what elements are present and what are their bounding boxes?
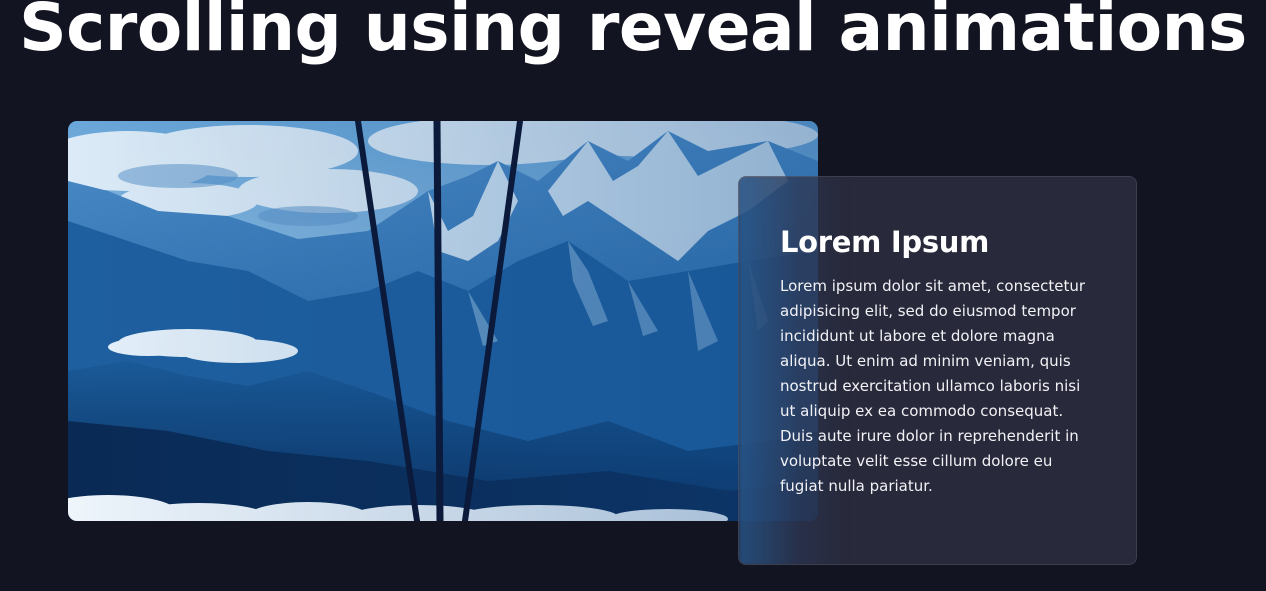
- card-title: Lorem Ipsum: [780, 225, 990, 259]
- card-body: Lorem ipsum dolor sit amet, consectetur …: [780, 277, 1086, 495]
- hero-image: [68, 121, 818, 521]
- info-card: Lorem Ipsum Lorem ipsum dolor sit amet, …: [738, 176, 1137, 565]
- mountain-photo-icon: [68, 121, 818, 521]
- page-title: Scrolling using reveal animations: [19, 0, 1247, 66]
